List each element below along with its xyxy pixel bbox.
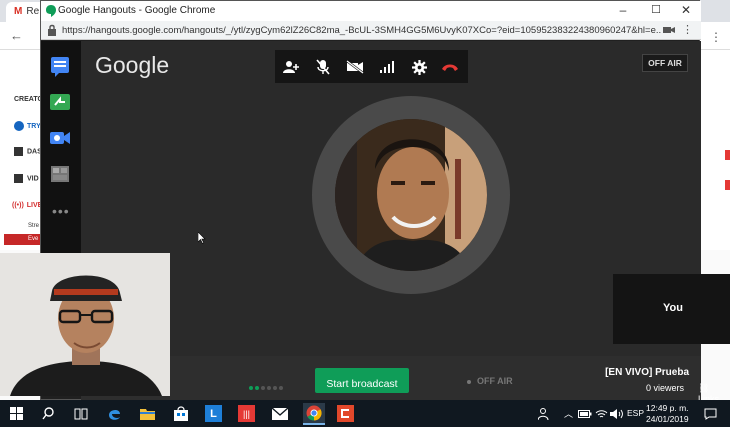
mouse-cursor-icon <box>198 232 206 244</box>
file-explorer-icon[interactable] <box>139 405 156 422</box>
chat-icon[interactable] <box>49 55 71 77</box>
broadcast-title: [EN VIVO] Prueba <box>605 367 689 378</box>
battery-icon[interactable] <box>576 405 593 422</box>
sidebar-item-label: VID <box>27 175 39 183</box>
gmail-icon: M <box>14 6 23 17</box>
back-arrow-icon[interactable]: ← <box>10 28 23 43</box>
store-icon[interactable] <box>172 405 189 422</box>
screen-recorder-icon[interactable] <box>337 405 354 422</box>
chevron-up-icon[interactable]: ︿ <box>560 405 577 422</box>
red-marker <box>725 180 730 190</box>
sidebar-item-live[interactable]: ((•)) LIVE <box>12 202 42 209</box>
viewer-count: 0 viewers <box>646 383 685 393</box>
gear-icon <box>14 121 24 131</box>
chrome-icon[interactable] <box>303 403 325 425</box>
self-view-tile[interactable]: You <box>613 274 730 344</box>
red-marker <box>725 150 730 160</box>
sidebar-subitem-stream[interactable]: Stre <box>28 223 39 229</box>
hangouts-favicon-icon <box>46 5 56 17</box>
live-icon: ((•)) <box>12 202 24 209</box>
language-indicator[interactable]: ESP <box>627 408 644 418</box>
lock-icon <box>48 24 56 36</box>
start-icon[interactable] <box>8 405 25 422</box>
clock-time: 12:49 p. m. <box>646 403 689 413</box>
cameraman-icon[interactable] <box>49 163 71 185</box>
screenshare-icon[interactable] <box>49 91 71 113</box>
google-logo: Google <box>95 52 170 78</box>
more-vert-icon[interactable]: ⋮ <box>682 23 693 36</box>
minimize-icon[interactable]: – <box>615 3 631 17</box>
window-titlebar: Google Hangouts - Google Chrome – ☐ ✕ <box>41 1 701 21</box>
creator-header: CREATO <box>14 96 43 103</box>
background-sidebar: CREATO TRY DAS VID ((•)) LIVE Stre Eve <box>0 50 44 250</box>
sidebar-item-label: TRY <box>27 122 41 130</box>
broadcast-status-text: OFF AIR <box>477 376 513 386</box>
bandwidth-icon[interactable] <box>377 57 397 77</box>
background-tab-title: Re <box>26 6 40 17</box>
window-title: Google Hangouts - Google Chrome <box>58 5 216 16</box>
link-icon: ⛓ <box>698 383 710 393</box>
status-dot-icon <box>467 379 471 384</box>
sidebar-subitem-events: Eve <box>28 236 39 242</box>
broadcast-status: OFF AIR <box>467 376 513 386</box>
page-dots <box>249 377 285 395</box>
sidebar-item-try[interactable]: TRY <box>14 121 41 131</box>
video-icon <box>14 174 23 183</box>
start-broadcast-button[interactable]: Start broadcast <box>315 368 409 393</box>
dashboard-icon <box>14 147 23 156</box>
mic-off-icon[interactable] <box>313 57 333 77</box>
participant-avatar <box>335 119 487 271</box>
close-icon[interactable]: ✕ <box>678 3 694 17</box>
sidebar-subitem-events-highlight[interactable]: Eve <box>4 234 44 245</box>
search-icon[interactable] <box>40 405 57 422</box>
url-bar[interactable]: https://hangouts.google.com/hangouts/_/y… <box>41 21 701 40</box>
more-vert-icon[interactable]: ⋮ <box>710 30 722 44</box>
webcam-overlay <box>0 253 170 396</box>
sidebar-item-dashboard[interactable]: DAS <box>14 147 42 156</box>
call-toolbar <box>275 50 468 83</box>
mail-icon[interactable] <box>271 405 288 422</box>
people-icon[interactable] <box>536 405 553 422</box>
camera-off-icon[interactable] <box>345 57 365 77</box>
task-view-icon[interactable] <box>72 405 89 422</box>
system-clock[interactable]: 12:49 p. m. 24/01/2019 <box>646 403 689 425</box>
self-view-label: You <box>663 302 683 314</box>
control-room-icon[interactable] <box>49 127 71 149</box>
url-text[interactable]: https://hangouts.google.com/hangouts/_/y… <box>62 25 662 36</box>
red-app-icon[interactable]: ||| <box>238 405 255 422</box>
volume-icon[interactable] <box>608 405 625 422</box>
l-app-icon[interactable]: L <box>205 405 222 422</box>
hang-up-icon[interactable] <box>440 57 460 77</box>
windows-taskbar: L ||| ︿ ESP 12:49 p. m. 24/01/2019 <box>0 400 730 427</box>
edge-icon[interactable] <box>106 405 123 422</box>
off-air-badge: OFF AIR <box>642 54 688 72</box>
settings-icon[interactable] <box>409 57 429 77</box>
sidebar-item-videos[interactable]: VID <box>14 174 39 183</box>
add-person-icon[interactable] <box>281 57 301 77</box>
camera-icon[interactable] <box>663 25 675 35</box>
more-apps-icon[interactable]: ••• <box>52 203 70 219</box>
clock-date: 24/01/2019 <box>646 414 689 424</box>
hangouts-stage: Google OFF AIR You <box>81 41 730 356</box>
maximize-icon[interactable]: ☐ <box>648 3 664 16</box>
broadcast-bar: Start broadcast OFF AIR [EN VIVO] Prueba… <box>81 356 719 404</box>
notification-icon[interactable] <box>702 405 719 422</box>
